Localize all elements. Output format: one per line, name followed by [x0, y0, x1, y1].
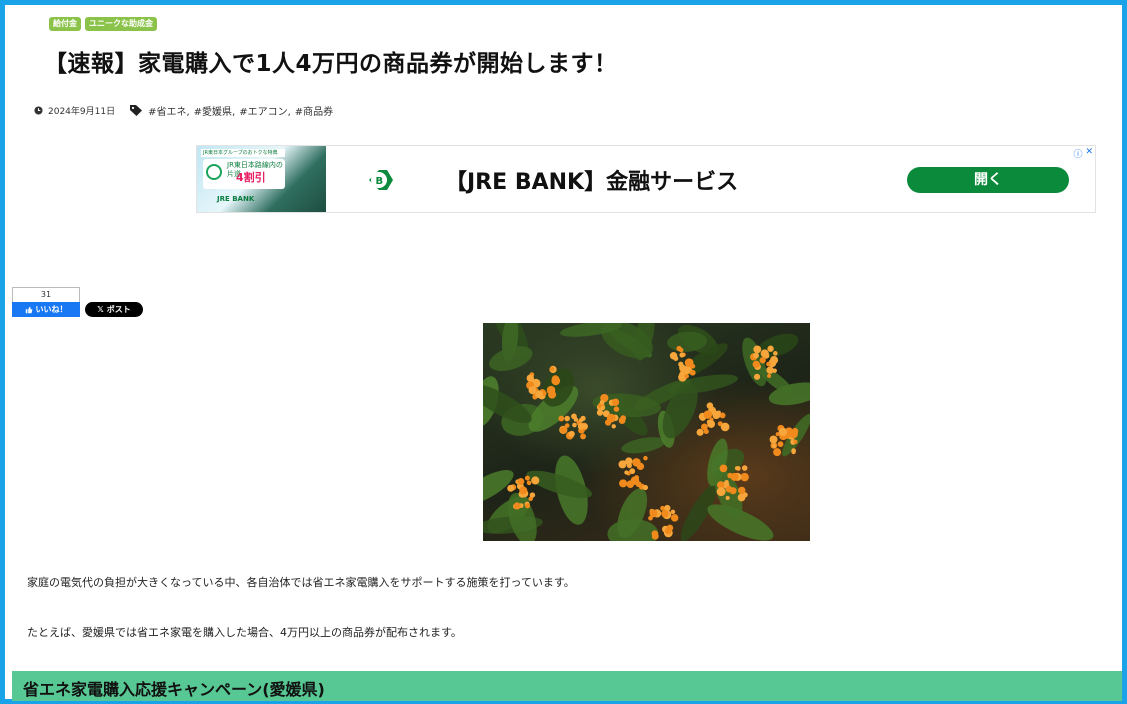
- category-badge[interactable]: ユニークな助成金: [85, 17, 157, 31]
- ad-thumb-strip: JR東日本グループのおトクな特典: [201, 149, 285, 157]
- body-paragraph: たとえば、愛媛県では省エネ家電を購入した場合、4万円以上の商品券が配布されます。: [27, 626, 462, 639]
- tag-link[interactable]: #商品券: [295, 103, 333, 118]
- facebook-like-button[interactable]: 31 いいね！: [12, 287, 80, 317]
- x-post-label: ポスト: [106, 305, 131, 314]
- tag-link[interactable]: #愛媛県,: [194, 103, 236, 118]
- card-icon: [206, 164, 222, 180]
- article-meta: 2024年9月11日 #省エネ, #愛媛県, #エアコン, #商品券: [34, 103, 337, 118]
- ad-controls: ⓘ ✕: [1073, 147, 1093, 160]
- ad-banner[interactable]: JR東日本グループのおトクな特典 JR東日本路線内の 片道 4割引 JRE BA…: [196, 145, 1096, 213]
- section-heading: 省エネ家電購入応援キャンペーン(愛媛県): [12, 671, 1122, 701]
- ad-info-icon[interactable]: ⓘ: [1073, 147, 1082, 160]
- svg-text:B: B: [376, 176, 384, 187]
- category-badge[interactable]: 給付金: [49, 17, 81, 31]
- ad-thumb-brand: JRE BANK: [217, 195, 255, 203]
- ad-thumb-discount: 4割引: [236, 171, 266, 184]
- category-list: 給付金 ユニークな助成金: [49, 17, 157, 31]
- thumbs-up-icon: [25, 306, 32, 313]
- x-logo-icon: 𝕏: [97, 305, 104, 314]
- like-count: 31: [40, 290, 52, 299]
- publish-date: 2024年9月11日: [48, 107, 116, 117]
- article-image: [483, 323, 810, 541]
- x-post-button[interactable]: 𝕏 ポスト: [85, 302, 143, 317]
- like-label: いいね！: [35, 305, 68, 314]
- tag-link[interactable]: #省エネ,: [148, 103, 190, 118]
- body-paragraph: 家庭の電気代の負担が大きくなっている中、各自治体では省エネ家電購入をサポートする…: [27, 576, 575, 589]
- tag-link[interactable]: #エアコン,: [239, 103, 291, 118]
- ad-headline[interactable]: 【JRE BANK】金融サービス: [445, 164, 738, 196]
- jre-bank-logo-icon: B: [369, 170, 393, 190]
- ad-thumbnail[interactable]: JR東日本グループのおトクな特典 JR東日本路線内の 片道 4割引 JRE BA…: [197, 146, 326, 212]
- ad-open-button[interactable]: 開く: [907, 167, 1069, 193]
- like-button-bar[interactable]: いいね！: [12, 302, 80, 317]
- osmanthus-photo: [483, 323, 810, 541]
- article-title: 【速報】家電購入で1人4万円の商品券が開始します！: [44, 51, 618, 77]
- ad-close-icon[interactable]: ✕: [1085, 147, 1093, 160]
- tag-icon: [130, 105, 143, 116]
- clock-icon: [34, 106, 43, 115]
